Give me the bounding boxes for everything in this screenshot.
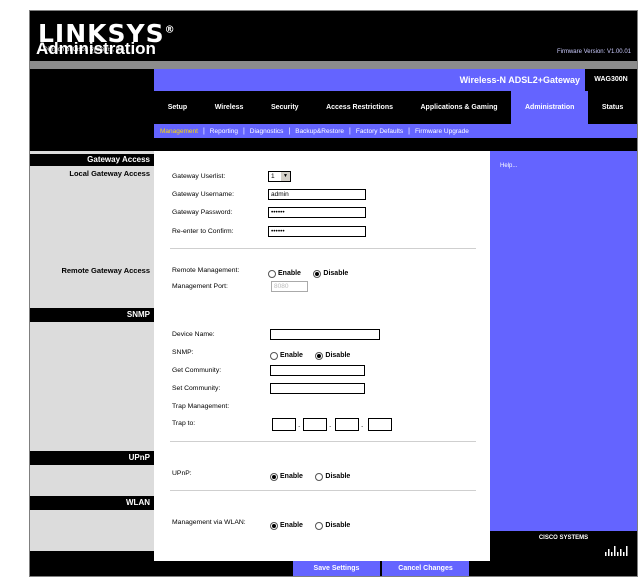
- cancel-changes-button[interactable]: Cancel Changes: [382, 561, 469, 576]
- tab-access-restrictions[interactable]: Access Restrictions: [312, 91, 406, 124]
- divider: [170, 441, 476, 442]
- management-port-field[interactable]: 8080: [271, 281, 308, 292]
- remote-disable-radio[interactable]: [313, 269, 322, 278]
- subtab-management[interactable]: Management: [160, 128, 198, 135]
- device-name-label: Device Name:: [172, 331, 215, 338]
- subtab-factory-defaults[interactable]: Factory Defaults: [356, 128, 403, 135]
- divider: [170, 248, 476, 249]
- trap-ip-octet-1[interactable]: [272, 418, 296, 431]
- username-field[interactable]: admin: [268, 189, 366, 200]
- ip-separator: .: [361, 420, 364, 429]
- help-panel: [490, 151, 637, 561]
- tab-security[interactable]: Security: [257, 91, 312, 124]
- trap-to-label: Trap to:: [172, 420, 196, 427]
- get-community-field[interactable]: [270, 365, 365, 376]
- wlan-management-radios: Enable Disable: [270, 517, 358, 535]
- tab-applications-gaming[interactable]: Applications & Gaming: [407, 91, 512, 124]
- wlan-disable-radio[interactable]: [315, 521, 324, 530]
- reenter-password-field[interactable]: ••••••: [268, 226, 366, 237]
- password-label: Gateway Password:: [172, 209, 233, 216]
- userlist-select[interactable]: 1 ▼: [268, 171, 291, 182]
- section-remote-gateway-access: Remote Gateway Access: [61, 266, 150, 275]
- section-snmp: SNMP: [30, 308, 154, 322]
- subtab-reporting[interactable]: Reporting: [210, 128, 238, 135]
- section-upnp: UPnP: [30, 451, 154, 465]
- page-title-panel: [30, 69, 154, 151]
- cisco-systems-logo: CISCO SYSTEMS: [538, 535, 589, 541]
- divider: [170, 490, 476, 491]
- management-port-label: Management Port:: [172, 283, 228, 290]
- password-field[interactable]: ••••••: [268, 207, 366, 218]
- upnp-enable-radio[interactable]: [270, 472, 278, 481]
- subnav-spacer: [154, 138, 637, 151]
- snmp-radios: Enable Disable: [270, 347, 358, 365]
- model-number: WAG300N: [585, 69, 637, 91]
- remote-enable-radio[interactable]: [268, 269, 276, 278]
- snmp-disable-radio[interactable]: [315, 351, 324, 360]
- get-community-label: Get Community:: [172, 367, 222, 374]
- remote-management-label: Remote Management:: [172, 267, 240, 274]
- trap-ip-octet-3[interactable]: [335, 418, 359, 431]
- set-community-field[interactable]: [270, 383, 365, 394]
- trap-management-label: Trap Management:: [172, 403, 230, 410]
- section-wlan: WLAN: [30, 496, 154, 510]
- trap-ip-octet-2[interactable]: [303, 418, 327, 431]
- sidebar-footer: [30, 551, 154, 576]
- page-frame: LINKSYS® A Division of Cisco Systems, In…: [29, 10, 638, 577]
- snmp-label: SNMP:: [172, 349, 194, 356]
- help-link[interactable]: Help...: [500, 163, 517, 169]
- wlan-enable-radio[interactable]: [270, 521, 278, 530]
- page-title: Administration: [36, 39, 156, 58]
- header-divider: [30, 61, 637, 69]
- device-name-field[interactable]: [270, 329, 380, 340]
- wlan-management-label: Management via WLAN:: [172, 519, 246, 526]
- section-sidebar: [30, 151, 154, 576]
- sub-tabs: Management | Reporting | Diagnostics | Back…: [154, 124, 637, 138]
- product-bar: Wireless-N ADSL2+Gateway: [154, 69, 585, 91]
- set-community-label: Set Community:: [172, 385, 221, 392]
- upnp-label: UPnP:: [172, 470, 192, 477]
- ip-separator: .: [329, 420, 332, 429]
- upnp-disable-radio[interactable]: [315, 472, 324, 481]
- ip-separator: .: [298, 420, 301, 429]
- snmp-enable-radio[interactable]: [270, 351, 278, 360]
- tab-wireless[interactable]: Wireless: [201, 91, 257, 124]
- upnp-radios: Enable Disable: [270, 468, 358, 486]
- userlist-label: Gateway Userlist:: [172, 173, 226, 180]
- cisco-bridge-icon: [605, 546, 628, 556]
- subtab-backup-restore[interactable]: Backup&Restore: [295, 128, 344, 135]
- subtab-firmware-upgrade[interactable]: Firmware Upgrade: [415, 128, 469, 135]
- tab-setup[interactable]: Setup: [154, 91, 201, 124]
- save-settings-button[interactable]: Save Settings: [293, 561, 380, 576]
- tab-status[interactable]: Status: [588, 91, 637, 124]
- cisco-logo-panel: CISCO SYSTEMS: [490, 531, 637, 561]
- firmware-version: Firmware Version: V1.00.01: [556, 49, 631, 55]
- section-gateway-access: Gateway Access: [30, 154, 154, 166]
- subtab-diagnostics[interactable]: Diagnostics: [250, 128, 284, 135]
- username-label: Gateway Username:: [172, 191, 234, 198]
- section-local-gateway-access: Local Gateway Access: [69, 169, 150, 178]
- reenter-label: Re-enter to Confirm:: [172, 228, 234, 235]
- product-name: Wireless-N ADSL2+Gateway: [459, 75, 580, 85]
- tab-administration[interactable]: Administration: [511, 91, 589, 124]
- chevron-down-icon: ▼: [281, 172, 290, 181]
- trap-ip-octet-4[interactable]: [368, 418, 392, 431]
- main-tabs: Setup Wireless Security Access Restricti…: [154, 91, 637, 124]
